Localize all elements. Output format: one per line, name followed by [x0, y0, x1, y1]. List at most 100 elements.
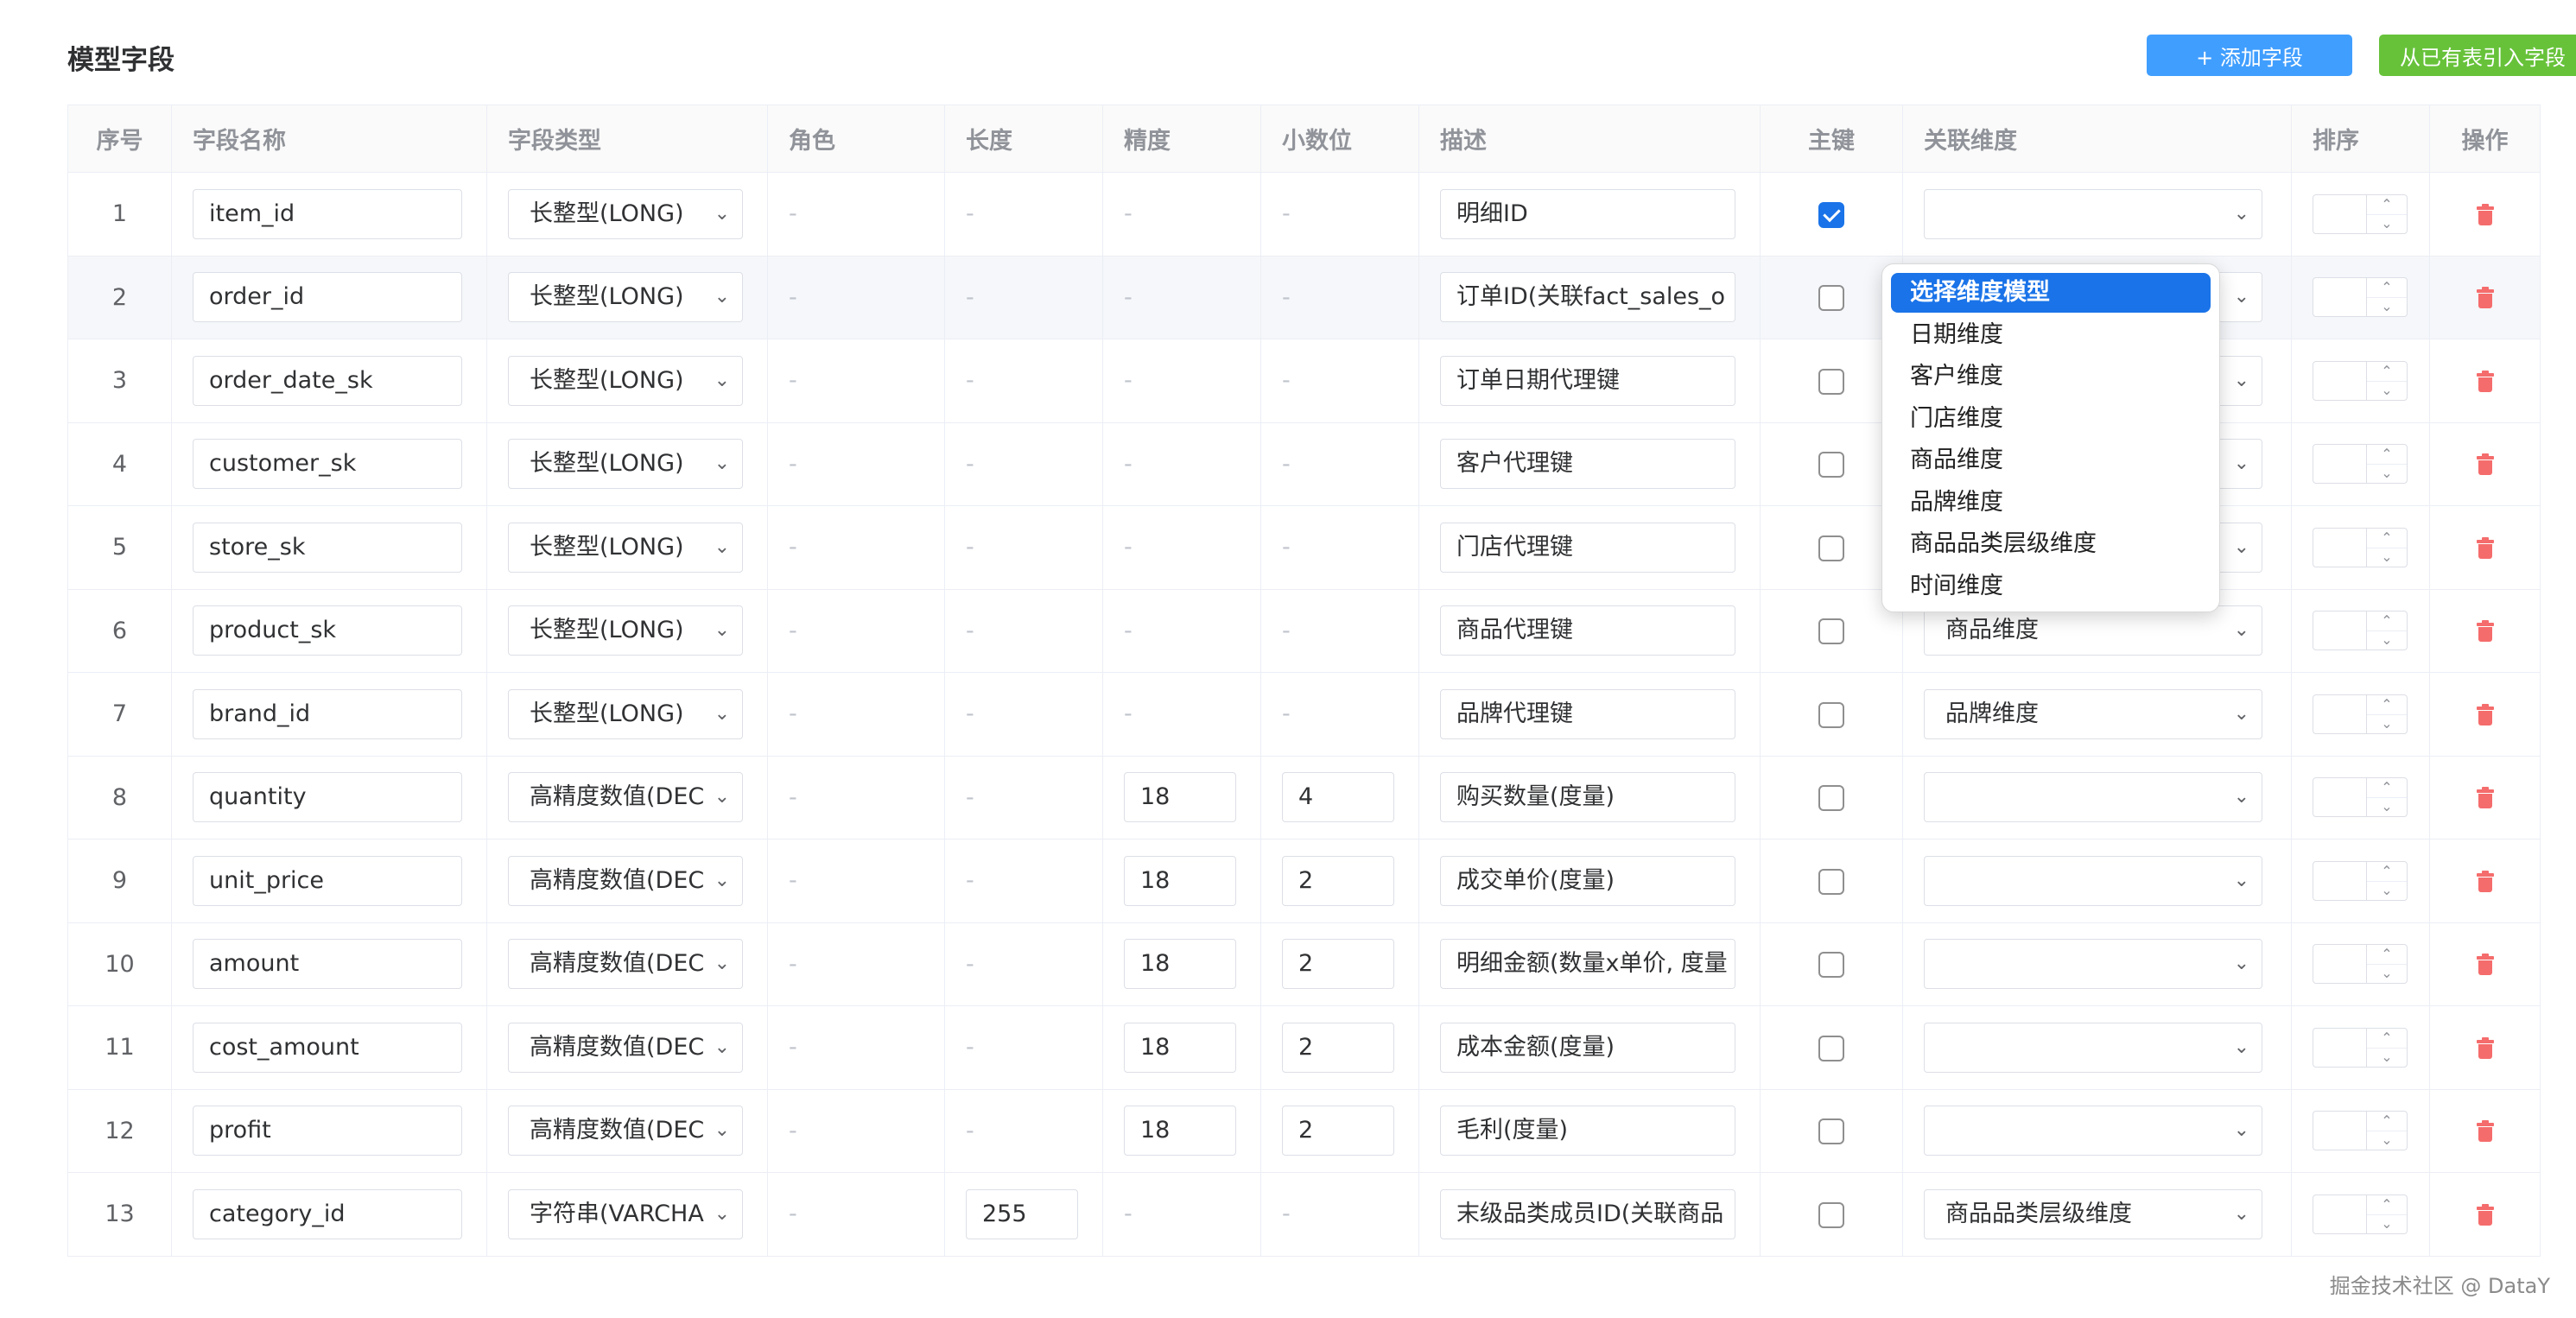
trash-icon[interactable]: [2476, 1036, 2495, 1060]
field-name-input[interactable]: item_id: [193, 188, 462, 239]
primary-key-checkbox[interactable]: [1818, 952, 1844, 978]
primary-key-checkbox[interactable]: [1818, 452, 1844, 478]
trash-icon[interactable]: [2476, 620, 2495, 643]
description-input[interactable]: 成交单价(度量): [1440, 855, 1735, 906]
dimension-select[interactable]: ⌄: [1924, 188, 2262, 239]
sort-stepper[interactable]: ⌃ ⌄: [2313, 611, 2408, 651]
primary-key-checkbox[interactable]: [1818, 1201, 1844, 1228]
dimension-select[interactable]: ⌄: [1924, 1106, 2262, 1156]
precision-input[interactable]: 18: [1124, 1106, 1236, 1156]
chevron-up-icon[interactable]: ⌃: [2367, 1029, 2407, 1049]
chevron-down-icon[interactable]: ⌄: [2367, 214, 2407, 233]
field-name-input[interactable]: unit_price: [193, 855, 462, 906]
sort-stepper[interactable]: ⌃ ⌄: [2313, 1111, 2408, 1151]
description-input[interactable]: 门店代理键: [1440, 522, 1735, 573]
primary-key-checkbox[interactable]: [1818, 368, 1844, 395]
chevron-down-icon[interactable]: ⌄: [2367, 881, 2407, 900]
precision-input[interactable]: 18: [1124, 772, 1236, 823]
primary-key-checkbox[interactable]: [1818, 201, 1844, 228]
sort-stepper[interactable]: ⌃ ⌄: [2313, 360, 2408, 401]
field-name-input[interactable]: category_id: [193, 1188, 462, 1239]
chevron-down-icon[interactable]: ⌄: [2367, 964, 2407, 983]
primary-key-checkbox[interactable]: [1818, 285, 1844, 311]
chevron-down-icon[interactable]: ⌄: [2367, 1048, 2407, 1067]
field-name-input[interactable]: store_sk: [193, 522, 462, 573]
field-name-input[interactable]: product_sk: [193, 605, 462, 656]
chevron-down-icon[interactable]: ⌄: [2367, 548, 2407, 567]
sort-stepper[interactable]: ⌃ ⌄: [2313, 444, 2408, 485]
chevron-up-icon[interactable]: ⌃: [2367, 778, 2407, 799]
primary-key-checkbox[interactable]: [1818, 1118, 1844, 1144]
chevron-down-icon[interactable]: ⌄: [2367, 1131, 2407, 1150]
field-type-select[interactable]: 长整型(LONG) ⌄: [508, 272, 743, 323]
field-type-select[interactable]: 高精度数值(DEC ⌄: [508, 772, 743, 823]
chevron-down-icon[interactable]: ⌄: [2367, 464, 2407, 483]
scale-input[interactable]: 4: [1282, 772, 1394, 823]
chevron-down-icon[interactable]: ⌄: [2367, 714, 2407, 733]
scale-input[interactable]: 2: [1282, 939, 1394, 990]
chevron-up-icon[interactable]: ⌃: [2367, 611, 2407, 632]
dimension-select[interactable]: 商品维度 ⌄: [1924, 605, 2262, 656]
description-input[interactable]: 明细金额(数量x单价, 度量: [1440, 939, 1735, 990]
primary-key-checkbox[interactable]: [1818, 618, 1844, 644]
sort-stepper[interactable]: ⌃ ⌄: [2313, 944, 2408, 985]
primary-key-checkbox[interactable]: [1818, 535, 1844, 561]
chevron-up-icon[interactable]: ⌃: [2367, 695, 2407, 715]
dropdown-option[interactable]: 客户维度: [1891, 357, 2211, 396]
chevron-up-icon[interactable]: ⌃: [2367, 945, 2407, 966]
dimension-select[interactable]: ⌄: [1924, 855, 2262, 906]
field-type-select[interactable]: 字符串(VARCHA ⌄: [508, 1188, 743, 1239]
field-name-input[interactable]: cost_amount: [193, 1022, 462, 1073]
trash-icon[interactable]: [2476, 453, 2495, 476]
sort-stepper[interactable]: ⌃ ⌄: [2313, 1027, 2408, 1068]
dimension-dropdown-menu[interactable]: 选择维度模型 日期维度 客户维度 门店维度 商品维度 品牌维度 商品品类层级维度 时间维度: [1881, 263, 2220, 612]
sort-stepper[interactable]: ⌃ ⌄: [2313, 860, 2408, 901]
trash-icon[interactable]: [2476, 703, 2495, 726]
trash-icon[interactable]: [2476, 870, 2495, 893]
trash-icon[interactable]: [2476, 203, 2495, 226]
chevron-up-icon[interactable]: ⌃: [2367, 529, 2407, 548]
field-name-input[interactable]: quantity: [193, 772, 462, 823]
length-input[interactable]: 255: [966, 1188, 1078, 1239]
description-input[interactable]: 毛利(度量): [1440, 1106, 1735, 1156]
trash-icon[interactable]: [2476, 787, 2495, 809]
trash-icon[interactable]: [2476, 370, 2495, 393]
dropdown-option[interactable]: 商品品类层级维度: [1891, 524, 2211, 564]
field-type-select[interactable]: 长整型(LONG) ⌄: [508, 688, 743, 739]
primary-key-checkbox[interactable]: [1818, 868, 1844, 895]
trash-icon[interactable]: [2476, 536, 2495, 560]
scale-input[interactable]: 2: [1282, 1022, 1394, 1073]
description-input[interactable]: 明细ID: [1440, 188, 1735, 239]
field-name-input[interactable]: amount: [193, 939, 462, 990]
sort-stepper[interactable]: ⌃ ⌄: [2313, 277, 2408, 318]
field-type-select[interactable]: 长整型(LONG) ⌄: [508, 522, 743, 573]
add-field-button[interactable]: + 添加字段: [2147, 35, 2352, 76]
field-name-input[interactable]: customer_sk: [193, 439, 462, 490]
description-input[interactable]: 品牌代理键: [1440, 688, 1735, 739]
chevron-down-icon[interactable]: ⌄: [2367, 630, 2407, 649]
sort-stepper[interactable]: ⌃ ⌄: [2313, 193, 2408, 234]
dropdown-option[interactable]: 门店维度: [1891, 399, 2211, 439]
precision-input[interactable]: 18: [1124, 855, 1236, 906]
primary-key-checkbox[interactable]: [1818, 785, 1844, 811]
description-input[interactable]: 末级品类成员ID(关联商品: [1440, 1188, 1735, 1239]
dropdown-option[interactable]: 时间维度: [1891, 567, 2211, 606]
chevron-down-icon[interactable]: ⌄: [2367, 381, 2407, 400]
field-name-input[interactable]: profit: [193, 1106, 462, 1156]
dropdown-option[interactable]: 日期维度: [1891, 315, 2211, 355]
trash-icon[interactable]: [2476, 1203, 2495, 1226]
field-type-select[interactable]: 高精度数值(DEC ⌄: [508, 1022, 743, 1073]
description-input[interactable]: 订单日期代理键: [1440, 355, 1735, 406]
field-name-input[interactable]: order_date_sk: [193, 355, 462, 406]
description-input[interactable]: 成本金额(度量): [1440, 1022, 1735, 1073]
sort-stepper[interactable]: ⌃ ⌄: [2313, 694, 2408, 734]
chevron-up-icon[interactable]: ⌃: [2367, 862, 2407, 882]
sort-stepper[interactable]: ⌃ ⌄: [2313, 1194, 2408, 1234]
trash-icon[interactable]: [2476, 287, 2495, 309]
dimension-select[interactable]: ⌄: [1924, 772, 2262, 823]
chevron-up-icon[interactable]: ⌃: [2367, 362, 2407, 382]
dropdown-option[interactable]: 商品维度: [1891, 440, 2211, 480]
field-type-select[interactable]: 高精度数值(DEC ⌄: [508, 855, 743, 906]
sort-stepper[interactable]: ⌃ ⌄: [2313, 527, 2408, 567]
chevron-up-icon[interactable]: ⌃: [2367, 445, 2407, 466]
